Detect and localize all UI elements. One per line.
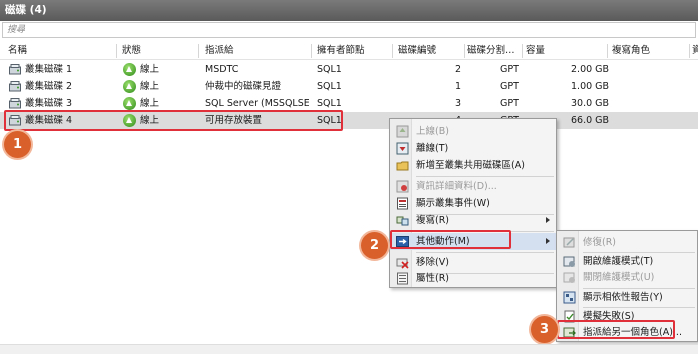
properties-icon — [397, 272, 408, 285]
menu-item-label: 離線(T) — [416, 143, 449, 154]
column-divider[interactable] — [311, 44, 312, 58]
column-header: 名稱 狀態 指派給 擁有者節點 磁碟編號 磁碟分割… 容量 複寫角色 資 — [0, 42, 698, 60]
menu-separator — [416, 176, 554, 177]
step-badge-2: 2 — [361, 232, 388, 259]
column-divider[interactable] — [607, 44, 608, 58]
menu-item-offline[interactable]: 離線(T) — [390, 140, 556, 157]
disk-partition: GPT — [500, 64, 519, 75]
online-icon — [123, 63, 136, 76]
column-status[interactable]: 狀態 — [122, 42, 141, 60]
disk-icon — [9, 98, 21, 109]
menu-item-label: 移除(V) — [416, 257, 449, 268]
menu-item-cluster-events[interactable]: 顯示叢集事件(W) — [390, 195, 556, 212]
menu-separator — [416, 252, 554, 253]
disk-capacity: 30.0 GB — [571, 98, 610, 109]
column-divider[interactable] — [198, 44, 199, 58]
disk-owner: SQL1 — [317, 64, 342, 75]
disk-icon — [9, 64, 21, 75]
menu-item-remove[interactable]: 移除(V) — [390, 254, 556, 271]
highlight-more-actions — [390, 230, 511, 249]
disk-status: 線上 — [140, 81, 160, 92]
menu-item-replication[interactable]: 複寫(R) — [390, 212, 556, 229]
info-details-icon — [396, 180, 409, 193]
submenu-arrow-icon — [546, 217, 550, 223]
submenu-item-maintenance-on[interactable]: 開啟維護模式(T) — [557, 253, 697, 270]
column-name[interactable]: 名稱 — [8, 42, 27, 60]
event-log-icon — [397, 197, 408, 210]
folder-icon — [396, 161, 409, 171]
online-icon — [123, 97, 136, 110]
replication-icon — [396, 216, 409, 226]
submenu-item-maintenance-off[interactable]: 關閉維護模式(U) — [557, 269, 697, 286]
disk-owner: SQL1 — [317, 81, 342, 92]
disk-number: 1 — [455, 81, 462, 92]
submenu-arrow-icon — [546, 238, 550, 244]
column-more[interactable]: 資 — [692, 42, 698, 60]
menu-item-label: 複寫(R) — [416, 215, 450, 226]
step-badge-3: 3 — [531, 316, 558, 343]
column-partition[interactable]: 磁碟分割… — [467, 42, 515, 60]
menu-item-label: 屬性(R) — [416, 273, 450, 284]
column-disk-number[interactable]: 磁碟編號 — [398, 42, 436, 60]
menu-item-label: 修復(R) — [583, 237, 617, 248]
disk-number: 3 — [455, 98, 462, 109]
maintenance-off-icon — [563, 272, 575, 283]
submenu-item-repair[interactable]: 修復(R) — [557, 234, 697, 251]
menu-item-properties[interactable]: 屬性(R) — [390, 270, 556, 287]
disk-assigned: 仲裁中的磁碟見證 — [205, 81, 282, 92]
column-divider[interactable] — [522, 44, 523, 58]
repair-icon — [563, 237, 575, 248]
horizontal-scrollbar[interactable] — [0, 344, 698, 354]
highlight-selected-disk — [4, 110, 343, 131]
online-disk-icon — [396, 125, 409, 138]
dependency-report-icon — [563, 291, 576, 304]
panel-title: 磁碟 (4) — [0, 0, 698, 21]
menu-item-online[interactable]: 上線(B) — [390, 123, 556, 140]
column-replication[interactable]: 複寫角色 — [612, 42, 650, 60]
disk-capacity: 1.00 GB — [571, 81, 610, 92]
column-divider[interactable] — [464, 44, 465, 58]
disk-icon — [9, 81, 21, 92]
table-row[interactable]: 叢集磁碟 2 線上 仲裁中的磁碟見證 SQL1 1 GPT 1.00 GB — [0, 78, 698, 95]
disk-capacity: 2.00 GB — [571, 64, 610, 75]
menu-item-label: 資訊詳細資料(D)... — [416, 181, 497, 192]
column-capacity[interactable]: 容量 — [526, 42, 545, 60]
disk-number: 2 — [455, 64, 462, 75]
disk-assigned: MSDTC — [205, 64, 239, 75]
menu-item-label: 顯示叢集事件(W) — [416, 198, 490, 209]
column-assigned[interactable]: 指派給 — [205, 42, 234, 60]
search-input[interactable]: 搜尋 — [2, 22, 696, 38]
online-icon — [123, 80, 136, 93]
submenu-item-dependency-report[interactable]: 顯示相依性報告(Y) — [557, 289, 697, 306]
disk-capacity: 66.0 GB — [571, 115, 610, 126]
column-divider[interactable] — [689, 44, 690, 58]
disk-name: 叢集磁碟 1 — [25, 64, 73, 75]
disk-name: 叢集磁碟 2 — [25, 81, 73, 92]
column-owner[interactable]: 擁有者節點 — [317, 42, 365, 60]
disk-partition: GPT — [500, 98, 519, 109]
column-divider[interactable] — [392, 44, 393, 58]
menu-item-label: 上線(B) — [416, 126, 449, 137]
highlight-assign-role — [557, 320, 675, 339]
table-row[interactable]: 叢集磁碟 1 線上 MSDTC SQL1 2 GPT 2.00 GB — [0, 61, 698, 78]
menu-item-label: 開啟維護模式(T) — [583, 256, 654, 267]
offline-disk-icon — [396, 142, 409, 155]
context-menu: 上線(B) 離線(T) 新增至叢集共用磁碟區(A) 資訊詳細資料(D)... 顯… — [389, 118, 557, 288]
disk-status: 線上 — [140, 64, 160, 75]
step-badge-1: 1 — [4, 131, 31, 158]
remove-icon — [396, 258, 409, 269]
menu-item-label: 顯示相依性報告(Y) — [583, 292, 663, 303]
menu-item-add-csv[interactable]: 新增至叢集共用磁碟區(A) — [390, 157, 556, 174]
menu-item-details[interactable]: 資訊詳細資料(D)... — [390, 178, 556, 195]
disk-partition: GPT — [500, 81, 519, 92]
maintenance-on-icon — [563, 256, 575, 267]
menu-item-label: 新增至叢集共用磁碟區(A) — [416, 160, 525, 171]
menu-item-label: 關閉維護模式(U) — [583, 272, 655, 283]
column-divider[interactable] — [116, 44, 117, 58]
